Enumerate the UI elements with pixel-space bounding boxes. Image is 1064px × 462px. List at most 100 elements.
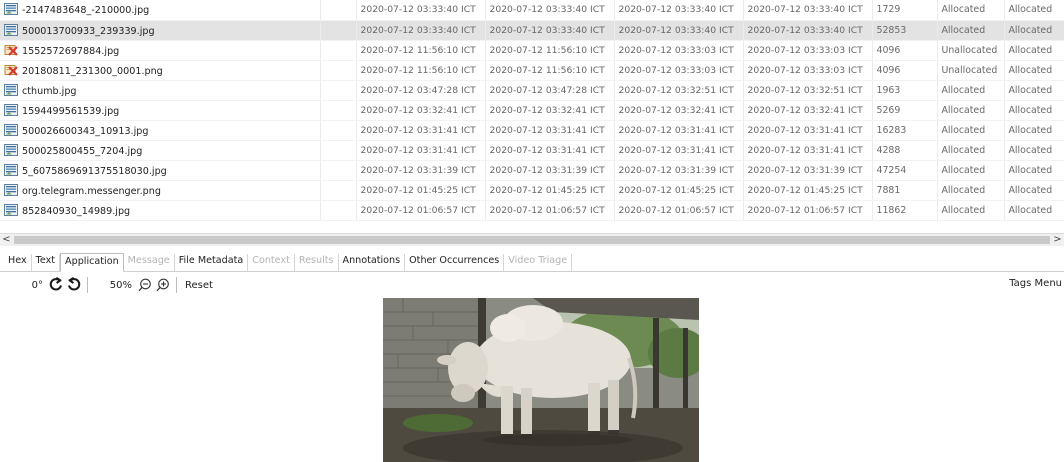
modified-time-cell: 2020-07-12 01:45:25 ICT: [356, 180, 486, 201]
tab-file-metadata[interactable]: File Metadata: [175, 254, 249, 271]
created-time-cell: 2020-07-12 03:31:41 ICT: [743, 120, 873, 141]
accessed-time-cell: 2020-07-12 03:32:41 ICT: [614, 100, 744, 121]
modified-time-cell: 2020-07-12 03:31:41 ICT: [356, 140, 486, 161]
horizontal-scrollbar[interactable]: < >: [0, 233, 1064, 246]
table-row[interactable]: 500026600343_10913.jpg 2020-07-12 03:31:4…: [0, 120, 1064, 141]
created-time-cell: 2020-07-12 03:31:39 ICT: [743, 160, 873, 181]
table-row[interactable]: 20180811_231300_0001.png 2020-07-12 11:56…: [0, 60, 1064, 81]
accessed-time-cell: 2020-07-12 01:06:57 ICT: [614, 200, 744, 221]
scroll-left-arrow[interactable]: <: [0, 234, 13, 246]
changed-time-cell: 2020-07-12 03:32:41 ICT: [485, 100, 615, 121]
changed-time-cell: 2020-07-12 11:56:10 ICT: [485, 60, 615, 81]
file-name-label: 1594499561539.jpg: [22, 105, 120, 117]
size-cell: 1963: [872, 80, 938, 101]
file-table[interactable]: -2147483648_-210000.jpg 2020-07-12 03:33:…: [0, 0, 1064, 233]
image-preview-pane: [0, 296, 1064, 462]
tab-video-triage: Video Triage: [504, 254, 573, 271]
created-time-cell: 2020-07-12 03:31:41 ICT: [743, 140, 873, 161]
table-row[interactable]: 500013700933_239339.jpg 2020-07-12 03:33:…: [0, 20, 1064, 41]
table-row[interactable]: 1552572697884.jpg 2020-07-12 11:56:10 ICT…: [0, 40, 1064, 61]
empty-cell: [320, 20, 357, 41]
file-name-label: 20180811_231300_0001.png: [22, 65, 163, 77]
accessed-time-cell: 2020-07-12 03:33:40 ICT: [614, 20, 744, 41]
created-time-cell: 2020-07-12 01:06:57 ICT: [743, 200, 873, 221]
file-name-cell: 5_6075869691375518030.jpg: [0, 160, 321, 181]
image-file-icon: [4, 183, 18, 196]
file-name-cell: cthumb.jpg: [0, 80, 321, 101]
rotate-right-icon: [68, 277, 81, 291]
flags-dir-cell: Unallocated: [937, 40, 1005, 61]
scroll-right-arrow[interactable]: >: [1051, 234, 1064, 246]
accessed-time-cell: 2020-07-12 01:45:25 ICT: [614, 180, 744, 201]
flags-dir-cell: Allocated: [937, 180, 1005, 201]
empty-cell: [320, 140, 357, 161]
tab-annotations[interactable]: Annotations: [339, 254, 406, 271]
modified-time-cell: 2020-07-12 03:31:41 ICT: [356, 120, 486, 141]
deleted-file-icon: [4, 64, 18, 76]
flags-dir-cell: Allocated: [937, 200, 1005, 221]
created-time-cell: 2020-07-12 03:32:51 ICT: [743, 80, 873, 101]
rotate-right-button[interactable]: [65, 276, 83, 294]
size-cell: 4288: [872, 140, 938, 161]
file-name-label: 500026600343_10913.jpg: [22, 125, 149, 137]
image-file-icon: [4, 163, 18, 176]
toolbar-separator: [87, 277, 88, 293]
tab-text[interactable]: Text: [32, 254, 61, 271]
table-row[interactable]: 852840930_14989.jpg 2020-07-12 01:06:57 I…: [0, 200, 1064, 221]
modified-time-cell: 2020-07-12 03:32:41 ICT: [356, 100, 486, 121]
reset-button[interactable]: Reset: [183, 280, 215, 291]
flags-meta-cell: Allocated: [1004, 180, 1064, 201]
table-row[interactable]: cthumb.jpg 2020-07-12 03:47:28 ICT 2020-07…: [0, 80, 1064, 101]
tab-hex[interactable]: Hex: [4, 254, 32, 271]
size-cell: 7881: [872, 180, 938, 201]
accessed-time-cell: 2020-07-12 03:33:03 ICT: [614, 40, 744, 61]
rotate-left-button[interactable]: [47, 276, 65, 294]
table-row[interactable]: -2147483648_-210000.jpg 2020-07-12 03:33:…: [0, 0, 1064, 21]
modified-time-cell: 2020-07-12 01:06:57 ICT: [356, 200, 486, 221]
file-name-label: 5_6075869691375518030.jpg: [22, 165, 167, 177]
tab-other-occurrences[interactable]: Other Occurrences: [405, 254, 505, 271]
empty-cell: [320, 180, 357, 201]
created-time-cell: 2020-07-12 03:33:03 ICT: [743, 40, 873, 61]
preview-image: [383, 298, 699, 462]
size-cell: 52853: [872, 20, 938, 41]
file-name-cell: 1594499561539.jpg: [0, 100, 321, 121]
created-time-cell: 2020-07-12 03:32:41 ICT: [743, 100, 873, 121]
toolbar-separator: [176, 277, 177, 293]
tab-message: Message: [124, 254, 175, 271]
created-time-cell: 2020-07-12 03:33:03 ICT: [743, 60, 873, 81]
accessed-time-cell: 2020-07-12 03:31:41 ICT: [614, 140, 744, 161]
image-file-icon: [4, 123, 18, 136]
table-row[interactable]: 500025800455_7204.jpg 2020-07-12 03:31:41…: [0, 140, 1064, 161]
flags-meta-cell: Allocated: [1004, 100, 1064, 121]
image-file-icon: [4, 3, 18, 16]
file-name-label: 500013700933_239339.jpg: [22, 25, 155, 37]
tags-menu-button[interactable]: Tags Menu: [1009, 278, 1062, 289]
table-row[interactable]: 1594499561539.jpg 2020-07-12 03:32:41 ICT…: [0, 100, 1064, 121]
zoom-out-button[interactable]: [136, 276, 154, 294]
size-cell: 5269: [872, 100, 938, 121]
tab-application[interactable]: Application: [60, 253, 124, 272]
size-cell: 47254: [872, 160, 938, 181]
flags-meta-cell: Allocated: [1004, 80, 1064, 101]
changed-time-cell: 2020-07-12 03:33:40 ICT: [485, 0, 615, 21]
scrollbar-thumb[interactable]: [14, 236, 1050, 244]
empty-cell: [320, 80, 357, 101]
table-row[interactable]: 5_6075869691375518030.jpg 2020-07-12 03:3…: [0, 160, 1064, 181]
flags-dir-cell: Allocated: [937, 20, 1005, 41]
file-name-cell: 500013700933_239339.jpg: [0, 20, 321, 41]
flags-dir-cell: Allocated: [937, 160, 1005, 181]
file-name-cell: 20180811_231300_0001.png: [0, 60, 321, 81]
image-file-icon: [4, 203, 18, 216]
zoom-in-icon: [156, 278, 169, 292]
modified-time-cell: 2020-07-12 03:47:28 ICT: [356, 80, 486, 101]
empty-cell: [320, 200, 357, 221]
modified-time-cell: 2020-07-12 03:33:40 ICT: [356, 0, 486, 21]
changed-time-cell: 2020-07-12 01:06:57 ICT: [485, 200, 615, 221]
flags-dir-cell: Allocated: [937, 140, 1005, 161]
table-row[interactable]: org.telegram.messenger.png 2020-07-12 01:…: [0, 180, 1064, 201]
flags-meta-cell: Allocated: [1004, 120, 1064, 141]
changed-time-cell: 2020-07-12 03:33:40 ICT: [485, 20, 615, 41]
flags-dir-cell: Allocated: [937, 100, 1005, 121]
zoom-in-button[interactable]: [154, 276, 172, 294]
